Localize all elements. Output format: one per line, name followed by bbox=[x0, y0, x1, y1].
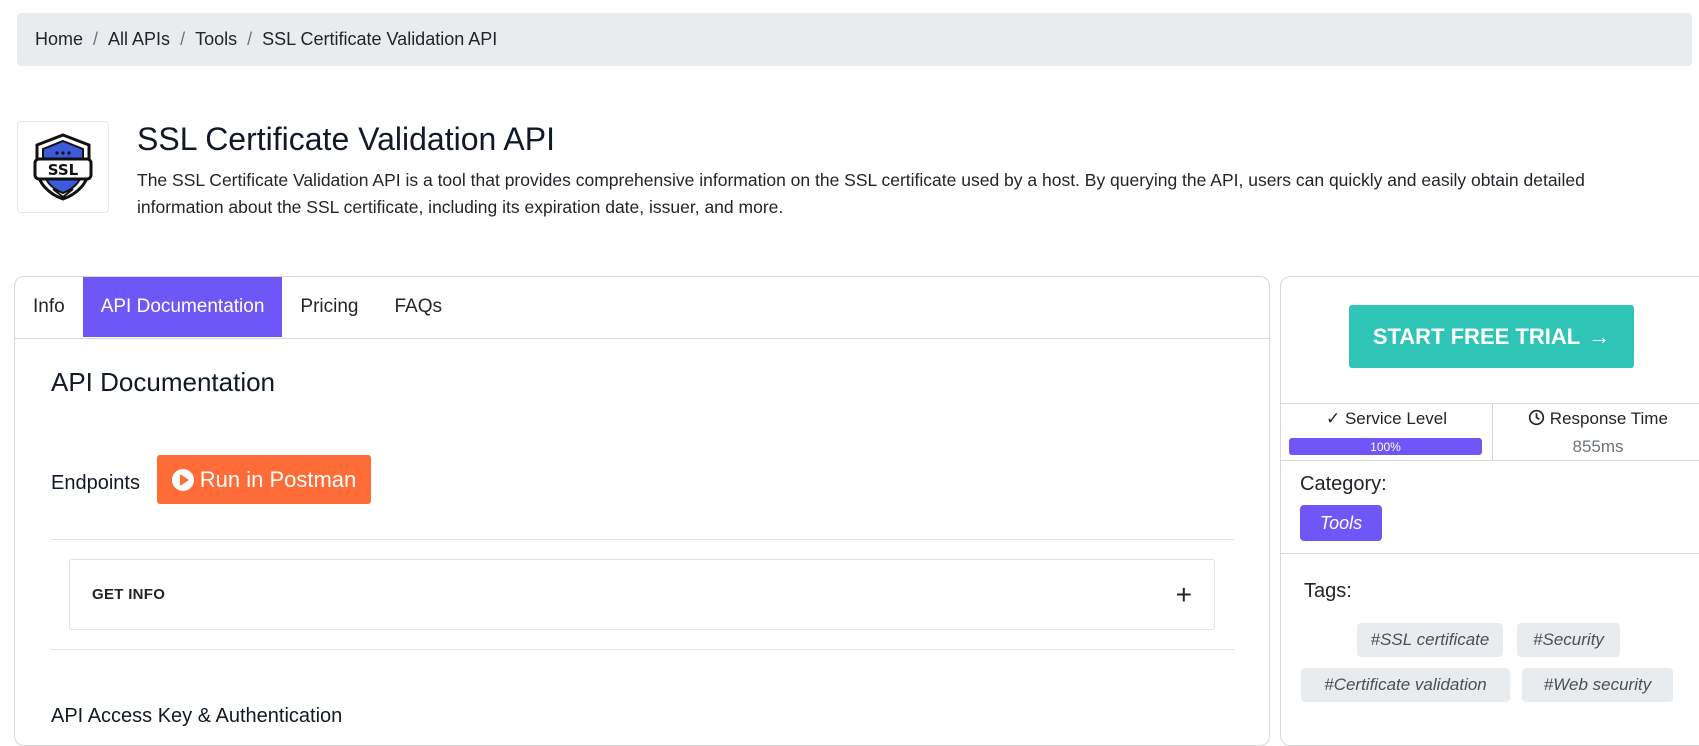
tag[interactable]: #SSL certificate bbox=[1357, 623, 1503, 657]
tag[interactable]: #Security bbox=[1517, 623, 1620, 657]
breadcrumb: Home / All APIs / Tools / SSL Certificat… bbox=[17, 13, 1692, 66]
breadcrumb-home[interactable]: Home bbox=[35, 29, 83, 50]
tag[interactable]: #Certificate validation bbox=[1301, 668, 1510, 702]
run-in-postman-button[interactable]: Run in Postman bbox=[157, 455, 371, 504]
tags-label: Tags: bbox=[1304, 580, 1352, 602]
breadcrumb-all-apis[interactable]: All APIs bbox=[108, 29, 170, 50]
tab-faqs[interactable]: FAQs bbox=[376, 277, 460, 337]
response-time-label: Response Time bbox=[1493, 409, 1699, 429]
ssl-shield-icon: SSL bbox=[33, 133, 93, 201]
category-label: Category: bbox=[1300, 473, 1387, 495]
auth-heading: API Access Key & Authentication bbox=[51, 705, 343, 727]
page-title: SSL Certificate Validation API bbox=[137, 121, 555, 157]
check-icon: ✓ bbox=[1325, 409, 1341, 428]
breadcrumb-separator: / bbox=[247, 29, 253, 49]
endpoint-label: GET INFO bbox=[92, 586, 166, 603]
breadcrumb-current: SSL Certificate Validation API bbox=[262, 29, 498, 49]
service-level-label: ✓ Service Level bbox=[1325, 409, 1448, 428]
tab-pricing[interactable]: Pricing bbox=[282, 277, 376, 337]
expand-plus-icon[interactable]: + bbox=[1176, 580, 1192, 609]
tag[interactable]: #Web security bbox=[1522, 668, 1673, 702]
clock-icon bbox=[1528, 409, 1545, 426]
trial-button-label: START FREE TRIAL bbox=[1372, 323, 1581, 349]
documentation-heading: API Documentation bbox=[51, 367, 276, 397]
endpoint-get-info[interactable]: GET INFO + bbox=[69, 559, 1215, 630]
play-icon bbox=[171, 468, 194, 491]
divider bbox=[1281, 553, 1699, 554]
category-badge[interactable]: Tools bbox=[1300, 505, 1382, 541]
run-in-postman-label: Run in Postman bbox=[199, 466, 357, 492]
sidebar-card: START FREE TRIAL → ✓ Service Level 100% … bbox=[1280, 276, 1699, 746]
documentation-card: Info API Documentation Pricing FAQs API … bbox=[14, 276, 1270, 746]
response-time-value: 855ms bbox=[1572, 437, 1624, 456]
api-description: The SSL Certificate Validation API is a … bbox=[137, 170, 1585, 217]
logo-text: SSL bbox=[48, 161, 79, 179]
tab-bar: Info API Documentation Pricing FAQs bbox=[15, 277, 1269, 339]
service-level-progress-fill: 100% bbox=[1289, 438, 1482, 455]
service-level-progress: 100% bbox=[1289, 438, 1482, 455]
divider bbox=[51, 649, 1234, 650]
endpoints-label: Endpoints bbox=[51, 472, 140, 494]
arrow-right-icon: → bbox=[1588, 323, 1611, 349]
breadcrumb-separator: / bbox=[180, 29, 186, 49]
api-logo: SSL bbox=[17, 121, 109, 213]
start-free-trial-button[interactable]: START FREE TRIAL → bbox=[1349, 305, 1634, 368]
stats-row: ✓ Service Level 100% Response Time 855ms bbox=[1281, 403, 1699, 461]
divider bbox=[51, 539, 1234, 540]
tab-api-documentation[interactable]: API Documentation bbox=[82, 277, 283, 337]
breadcrumb-tools[interactable]: Tools bbox=[195, 29, 237, 50]
tab-info[interactable]: Info bbox=[15, 277, 83, 337]
breadcrumb-separator: / bbox=[93, 29, 99, 49]
